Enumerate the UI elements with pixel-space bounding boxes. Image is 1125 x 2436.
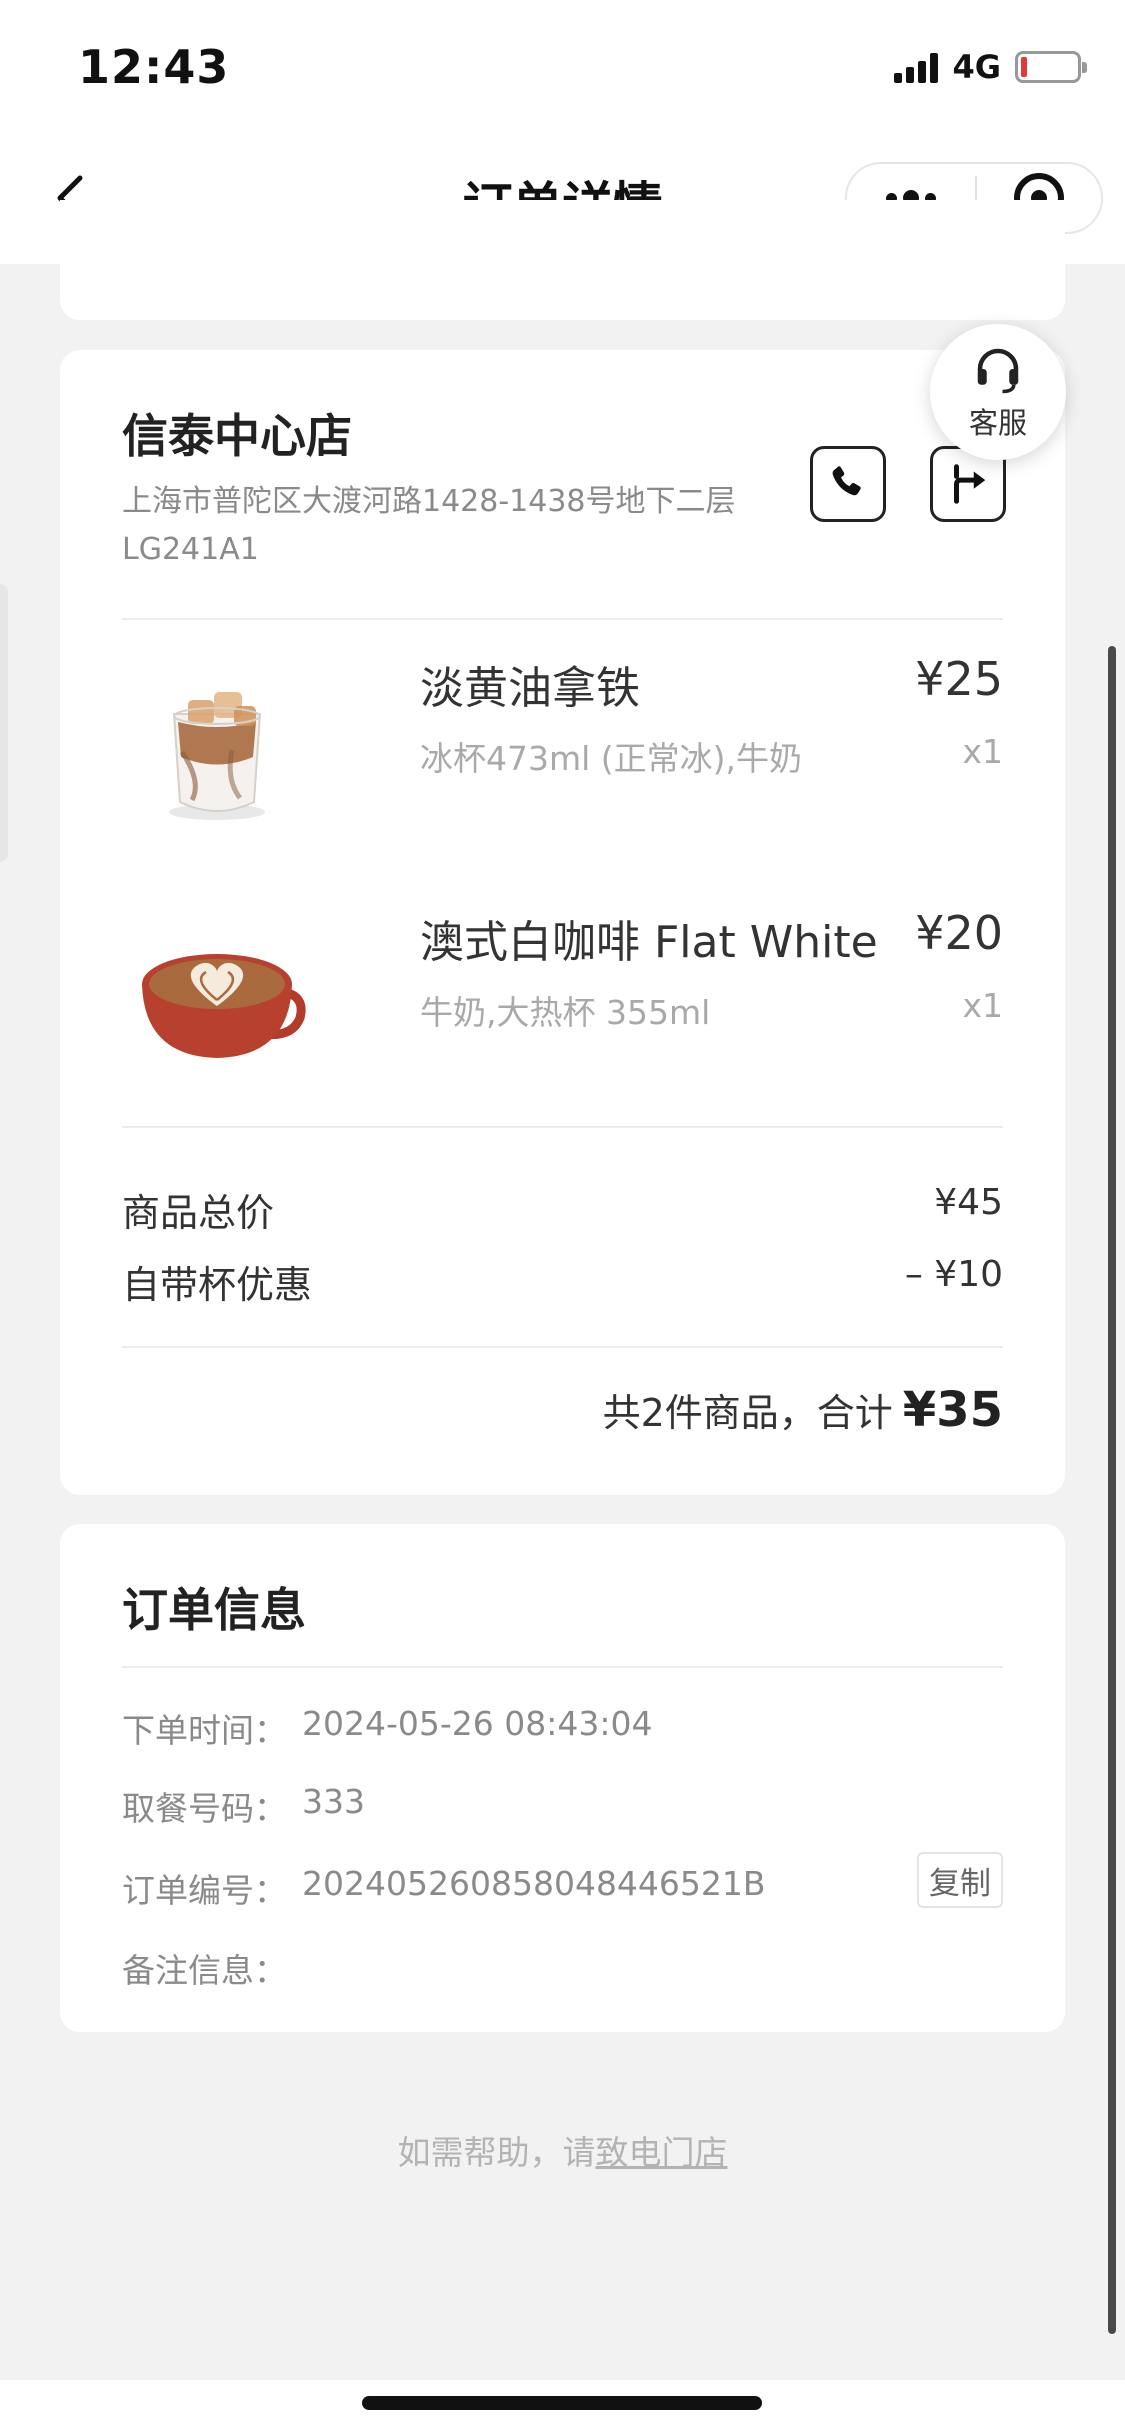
item-name: 淡黄油拿铁 [420, 663, 640, 714]
store-address: 上海市普陀区大渡河路1428-1438号地下二层LG241A1 [122, 484, 736, 567]
total-text: 共2件商品，合计 [602, 1391, 893, 1435]
signal-icon [894, 51, 939, 83]
item-name: 澳式白咖啡 Flat White [420, 917, 878, 968]
order-item: 淡黄油拿铁 ¥25 冰杯473ml (正常冰),牛奶 x1 [122, 652, 1003, 852]
status-time: 12:43 [78, 40, 230, 94]
iced-latte-image [122, 652, 312, 842]
divider [122, 618, 1003, 620]
subtotal-label: 商品总价 [122, 1191, 275, 1235]
divider [122, 1126, 1003, 1128]
subtotal-value: ¥45 [934, 1182, 1003, 1223]
discount-value: – ¥10 [904, 1254, 1003, 1295]
copy-button[interactable]: 复制 [917, 1852, 1003, 1908]
call-store-button[interactable] [810, 446, 886, 522]
order-time-value: 2024-05-26 08:43:04 [302, 1704, 653, 1743]
call-store-link[interactable]: 致电门店 [596, 2133, 728, 2172]
network-type: 4G [952, 48, 1001, 86]
order-number-value: 20240526085804844652​1B [302, 1864, 766, 1903]
previous-card [60, 200, 1065, 320]
item-quantity: x1 [962, 986, 1003, 1025]
item-price: ¥25 [915, 652, 1003, 706]
order-time-label: 下单时间： [122, 1711, 287, 1750]
store-order-card: 信泰中心店 上海市普陀区大渡河路1428-1438号地下二层LG241A1 淡黄… [60, 350, 1065, 1495]
scrollbar[interactable] [1108, 646, 1116, 2334]
total-amount: ¥35 [902, 1382, 1003, 1438]
discount-label: 自带杯优惠 [122, 1263, 313, 1307]
order-number-label: 订单编号： [122, 1871, 287, 1910]
flat-white-image [122, 906, 312, 1096]
directions-icon [954, 464, 986, 504]
remark-label: 备注信息： [122, 1951, 287, 1990]
headset-icon [977, 348, 1019, 394]
battery-icon [1015, 51, 1087, 83]
status-indicators: 4G [894, 48, 1087, 86]
pickup-number-label: 取餐号码： [122, 1789, 287, 1828]
help-text: 如需帮助，请致电门店 [0, 2126, 1125, 2174]
order-item: 澳式白咖啡 Flat White ¥20 牛奶,大热杯 355ml x1 [122, 906, 1003, 1106]
help-prefix: 如需帮助，请 [397, 2133, 596, 2172]
phone-icon [832, 466, 861, 496]
pickup-number-value: 333 [302, 1782, 365, 1821]
discount-row: 自带杯优惠 – ¥10 [122, 1254, 1003, 1309]
total-row: 共2件商品，合计 ¥35 [603, 1382, 1003, 1438]
status-bar: 12:43 4G [0, 0, 1125, 132]
divider [122, 1666, 1003, 1668]
store-name: 信泰中心店 [122, 409, 352, 463]
order-info-card: 订单信息 下单时间： 2024-05-26 08:43:04 取餐号码： 333… [60, 1524, 1065, 2032]
customer-service-label: 客服 [968, 406, 1027, 440]
item-spec: 冰杯473ml (正常冰),牛奶 [420, 739, 803, 778]
item-quantity: x1 [962, 732, 1003, 771]
item-price: ¥20 [915, 906, 1003, 960]
customer-service-button[interactable]: 客服 [930, 324, 1066, 460]
home-indicator[interactable] [362, 2396, 762, 2410]
order-info-title: 订单信息 [122, 1583, 306, 1637]
subtotal-row: 商品总价 ¥45 [122, 1182, 1003, 1237]
item-spec: 牛奶,大热杯 355ml [420, 993, 711, 1032]
side-drawer-handle[interactable] [0, 584, 8, 862]
divider [122, 1346, 1003, 1348]
